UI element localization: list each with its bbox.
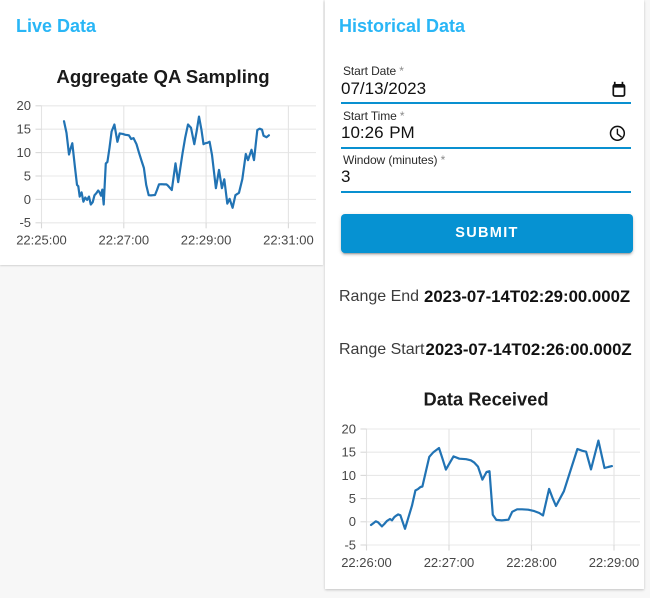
- svg-text:Aggregate QA Sampling: Aggregate QA Sampling: [56, 66, 269, 87]
- svg-text:15: 15: [342, 445, 356, 460]
- svg-text:5: 5: [349, 491, 356, 506]
- svg-text:22:27:00: 22:27:00: [98, 233, 149, 248]
- svg-text:0: 0: [24, 192, 31, 207]
- svg-text:Data Received: Data Received: [424, 389, 549, 410]
- svg-text:22:27:00: 22:27:00: [424, 555, 475, 570]
- svg-text:20: 20: [342, 421, 356, 436]
- svg-text:22:29:00: 22:29:00: [181, 233, 232, 248]
- svg-text:-5: -5: [19, 215, 31, 230]
- svg-text:22:26:00: 22:26:00: [341, 555, 392, 570]
- svg-text:22:28:00: 22:28:00: [506, 555, 557, 570]
- svg-text:22:29:00: 22:29:00: [589, 555, 640, 570]
- svg-text:5: 5: [24, 168, 31, 183]
- svg-text:0: 0: [349, 514, 356, 529]
- svg-text:10: 10: [17, 145, 31, 160]
- svg-text:10: 10: [342, 468, 356, 483]
- svg-text:-5: -5: [344, 537, 356, 552]
- svg-text:15: 15: [17, 122, 31, 137]
- svg-text:20: 20: [17, 98, 31, 113]
- svg-text:22:31:00: 22:31:00: [263, 233, 314, 248]
- svg-text:22:25:00: 22:25:00: [16, 233, 67, 248]
